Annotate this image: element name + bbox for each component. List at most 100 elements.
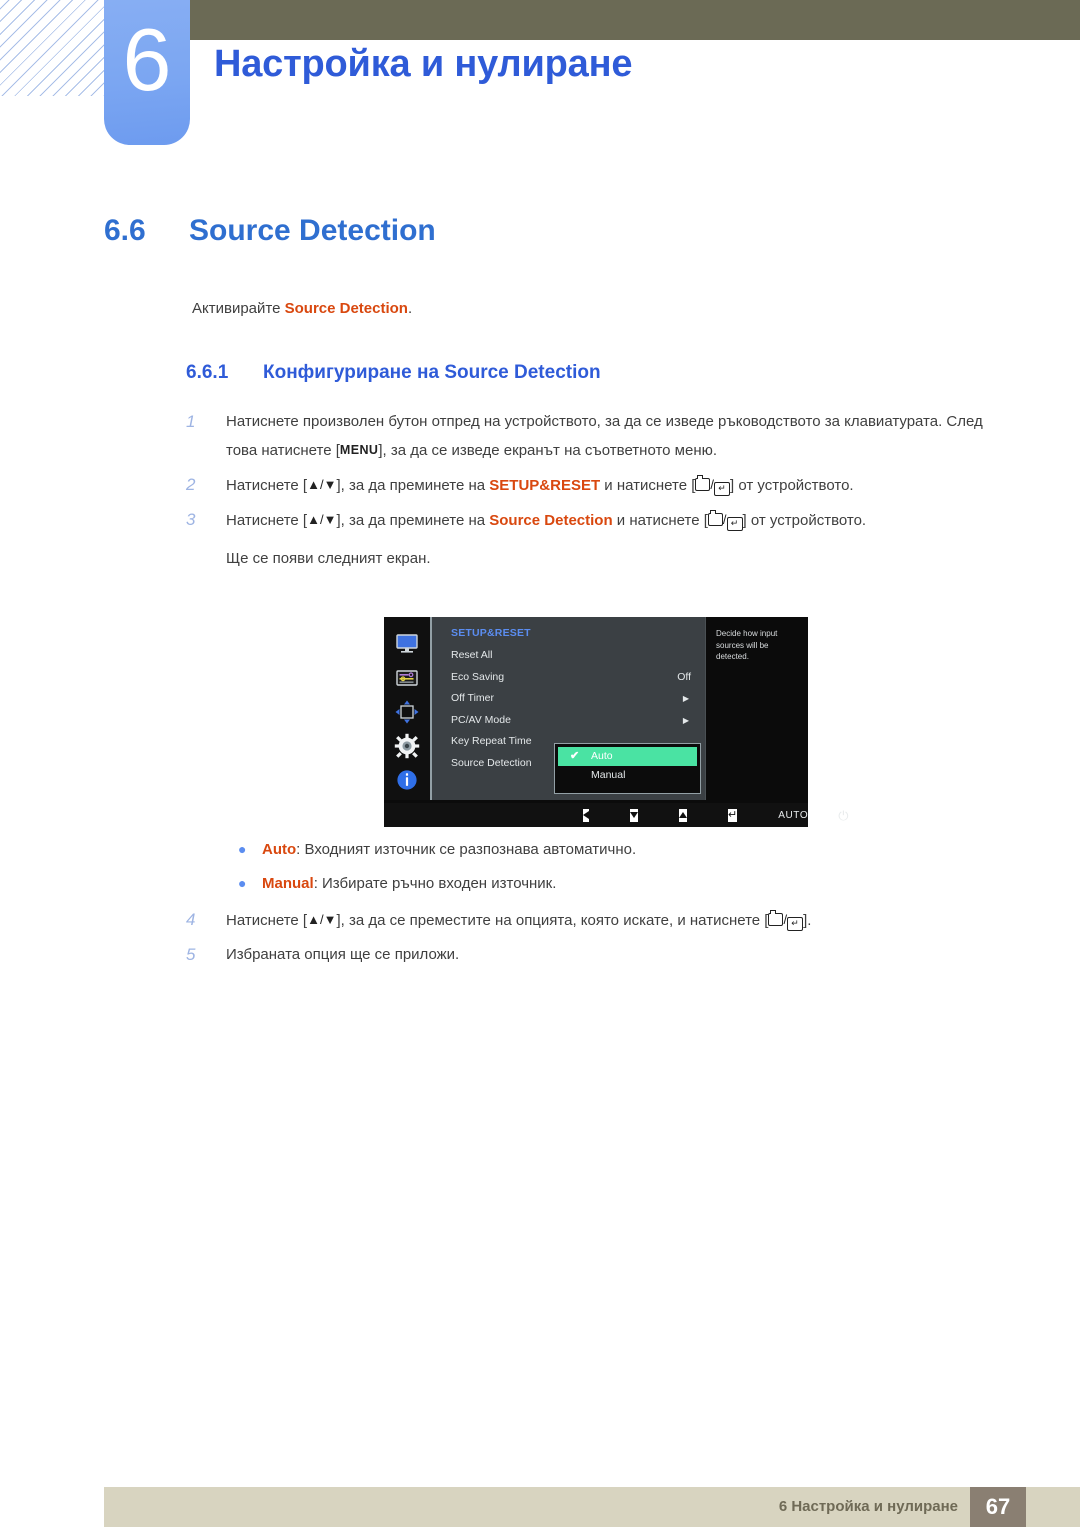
footer-chapter-label: 6 Настройка и нулиране	[778, 1498, 958, 1515]
step-text: Натиснете [▲/▼], за да преминете на Sour…	[226, 506, 1016, 573]
step-item: 5 Избраната опция ще се приложи.	[186, 941, 1016, 969]
enter-icon: ↵	[728, 808, 738, 821]
step-number: 4	[186, 910, 196, 929]
option-bullet-list: ● Auto: Входният източник се разпознава …	[238, 838, 938, 906]
section-title: Source Detection	[189, 214, 436, 247]
osd-sidebar	[384, 617, 430, 800]
bullet-dot-icon: ●	[238, 875, 247, 891]
step-item: 2 Натиснете [▲/▼], за да преминете на SE…	[186, 471, 1016, 500]
section-heading: 6.6 Source Detection	[104, 214, 436, 248]
step2-part1: Натиснете [	[226, 477, 308, 494]
osd-help-text: Decide how input sources will be detecte…	[716, 629, 778, 661]
osd-submenu-option-auto[interactable]: ✔ Auto	[558, 747, 697, 766]
osd-button-bar: ↵ AUTO ⏻	[384, 803, 849, 827]
osd-submenu-option-manual[interactable]: Manual	[558, 766, 697, 785]
subsection-heading: 6.6.1 Конфигуриране на Source Detection	[186, 362, 601, 384]
bullet-dot-icon: ●	[238, 841, 247, 857]
up-arrow-button[interactable]	[679, 808, 687, 822]
chapter-title: Настройка и нулиране	[214, 43, 633, 85]
osd-submenu-source-detection: ✔ Auto Manual	[554, 743, 701, 794]
list-item: ● Manual: Избирате ръчно входен източник…	[238, 872, 938, 895]
picture-settings-icon[interactable]	[394, 665, 420, 691]
osd-item-value: Off	[677, 670, 691, 683]
step3-part1: Натиснете [	[226, 512, 308, 529]
osd-menu-title: SETUP&RESET	[451, 627, 531, 639]
olive-header-bar	[190, 0, 1080, 40]
list-item: ● Auto: Входният източник се разпознава …	[238, 838, 938, 861]
lead-suffix: .	[407, 300, 413, 317]
enter-button[interactable]: ↵	[728, 808, 738, 822]
osd-menu-item-eco-saving[interactable]: Eco Saving Off	[432, 667, 705, 689]
check-icon: ✔	[570, 750, 580, 762]
osd-item-label: Source Detection	[451, 756, 532, 769]
enter-key-icon: ↵	[726, 517, 743, 531]
page-number: 67	[970, 1487, 1026, 1527]
bullet-desc: : Избирате ръчно входен източник.	[313, 875, 557, 892]
step-text: Натиснете [▲/▼], за да се преместите на …	[226, 906, 1016, 935]
step-number: 2	[186, 475, 196, 494]
enter-key-icon: ↵	[787, 917, 804, 931]
auto-button-label[interactable]: AUTO	[778, 810, 808, 821]
osd-screenshot: SETUP&RESET Reset All Eco Saving Off Off…	[384, 617, 849, 827]
step-number: 5	[186, 945, 196, 964]
subsection-title: Конфигуриране на Source Detection	[263, 362, 601, 383]
bullet-term: Manual	[262, 875, 314, 892]
step2-part2: ], за да преминете на	[336, 477, 490, 494]
step4-part1: Натиснете [	[226, 912, 308, 929]
step3-part2: ], за да преминете на	[336, 512, 490, 529]
osd-item-label: Off Timer	[451, 692, 494, 704]
step4-part2: ], за да се преместите на опцията, която…	[336, 912, 769, 929]
osd-submenu-label: Auto	[591, 750, 613, 762]
chapter-number-badge: 6	[104, 0, 190, 145]
chevron-right-icon: ▶	[682, 715, 689, 725]
osd-item-label: Reset All	[451, 649, 493, 661]
step2-part3: и натиснете [	[600, 477, 696, 494]
osd-menu-item-pc-av-mode[interactable]: PC/AV Mode ▶	[432, 710, 705, 732]
step-item: 3 Натиснете [▲/▼], за да преминете на So…	[186, 506, 1016, 573]
osd-item-label: Eco Saving	[451, 670, 505, 683]
power-icon[interactable]: ⏻	[838, 809, 848, 822]
step4-part3: ].	[803, 912, 812, 929]
section-number: 6.6	[104, 214, 146, 247]
page-header: 6 Настройка и нулиране	[0, 0, 1080, 160]
step-text: Натиснете [▲/▼], за да преминете на SETU…	[226, 471, 1016, 500]
source-box-icon	[695, 475, 711, 491]
bullet-desc: : Входният източник се разпознава автома…	[296, 841, 637, 858]
left-arrow-button[interactable]	[583, 808, 589, 822]
chevron-right-icon: ▶	[682, 694, 689, 703]
osd-submenu-label: Manual	[591, 769, 626, 781]
osd-help-panel: Decide how input sources will be detecte…	[705, 617, 808, 800]
updown-arrows-icon: ▲/▼	[307, 912, 337, 927]
step-item: 1 Натиснете произволен бутон отпред на у…	[186, 408, 1016, 465]
step-number: 3	[186, 510, 196, 529]
osd-menu-item-off-timer[interactable]: Off Timer ▶	[432, 688, 705, 710]
page-footer: 6 Настройка и нулиране 67	[104, 1487, 1080, 1527]
osd-menu-item-reset-all[interactable]: Reset All	[432, 645, 705, 667]
step1-part2: ], за да се изведе екранът на съответнот…	[378, 442, 718, 459]
menu-key-label: MENU	[339, 443, 379, 457]
setup-gear-icon[interactable]	[394, 733, 420, 759]
down-arrow-button[interactable]	[630, 808, 638, 822]
information-icon[interactable]	[394, 767, 420, 793]
bullet-text: Auto: Входният източник се разпознава ав…	[262, 839, 636, 861]
updown-arrows-icon: ▲/▼	[307, 477, 337, 492]
step-list: 1 Натиснете произволен бутон отпред на у…	[186, 408, 1016, 579]
osd-item-label: PC/AV Mode	[451, 713, 511, 726]
step3-part3: и натиснете [	[612, 512, 708, 529]
lead-prefix: Активирайте	[192, 300, 285, 317]
osd-item-label: Key Repeat Time	[451, 735, 532, 747]
chapter-number: 6	[122, 10, 172, 109]
bullet-term: Auto	[262, 841, 297, 858]
step3-highlight: Source Detection	[489, 512, 613, 529]
enter-key-icon: ↵	[714, 482, 731, 496]
step2-part4: ] от устройството.	[730, 477, 854, 494]
bullet-text: Manual: Избирате ръчно входен източник.	[262, 873, 556, 895]
display-icon[interactable]	[394, 631, 420, 657]
subsection-number: 6.6.1	[186, 362, 229, 383]
lead-highlight: Source Detection	[284, 300, 408, 317]
step3-part4: ] от устройството.	[742, 512, 867, 529]
source-box-icon	[707, 510, 723, 526]
screen-adjust-icon[interactable]	[394, 699, 420, 725]
step3-note: Ще се появи следният екран.	[226, 550, 431, 567]
step-item: 4 Натиснете [▲/▼], за да се преместите н…	[186, 906, 1016, 935]
